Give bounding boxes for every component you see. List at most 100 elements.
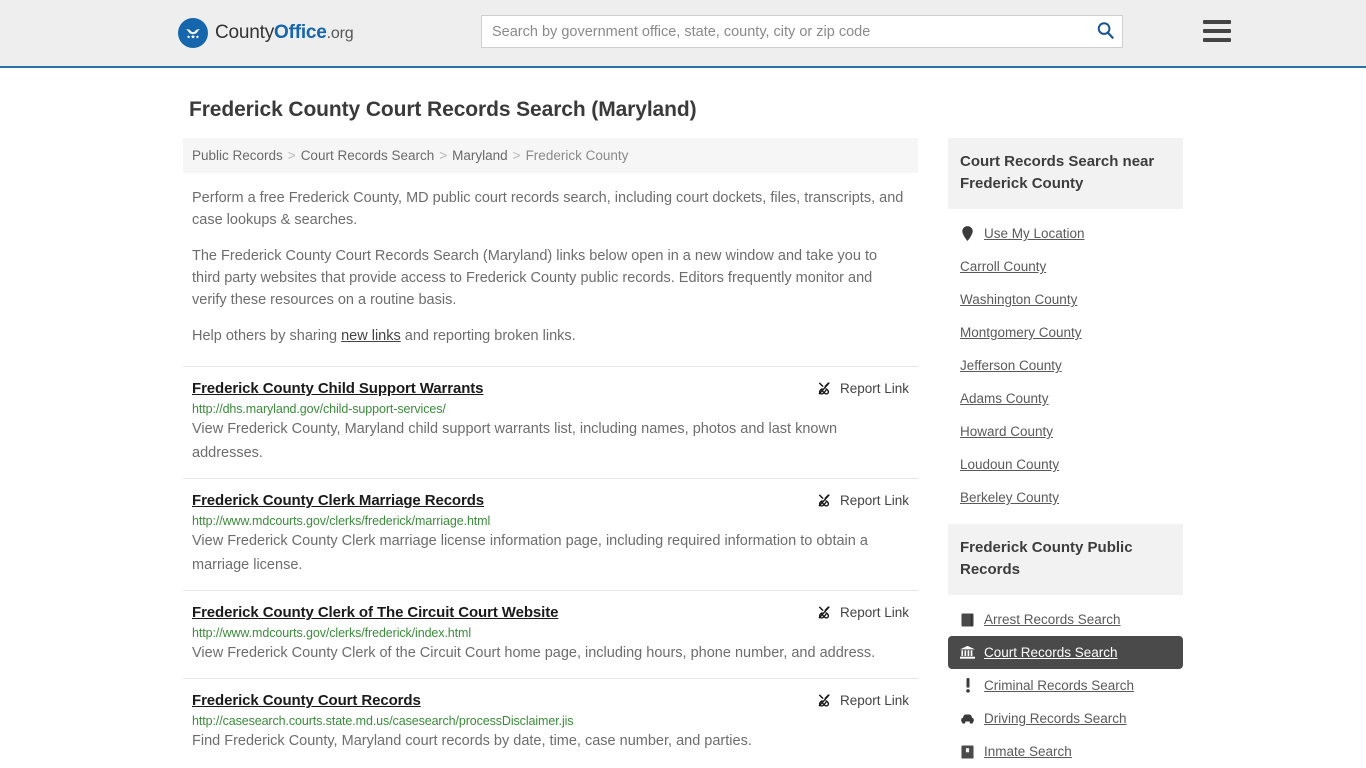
result-item: Frederick County Clerk Marriage Records h… [183, 478, 918, 590]
result-item: Frederick County Court Records http://cas… [183, 678, 918, 766]
result-title-link[interactable]: Frederick County Court Records [192, 692, 421, 709]
nearby-item-label: Jefferson County [960, 358, 1062, 373]
report-link-button[interactable]: Report Link [816, 380, 909, 396]
page-container: Frederick County Court Records Search (M… [183, 68, 1183, 768]
hamburger-menu-button[interactable] [1203, 16, 1233, 46]
report-link-label: Report Link [839, 692, 909, 708]
records-panel-heading: Frederick County Public Records [948, 524, 1183, 595]
result-description: View Frederick County Clerk marriage lic… [192, 533, 868, 573]
hamburger-menu-icon-bar [1203, 29, 1231, 33]
records-item-driving-records-search[interactable]: Driving Records Search [948, 702, 1183, 735]
result-description: Find Frederick County, Maryland court re… [192, 733, 752, 749]
share-text-after: and reporting broken links. [400, 328, 576, 344]
records-item-label: Court Records Search [984, 645, 1118, 660]
map-pin-icon [960, 226, 975, 241]
nearby-item-label: Montgomery County [960, 325, 1082, 340]
nearby-panel-heading: Court Records Search near Frederick Coun… [948, 138, 1183, 209]
report-link-label: Report Link [839, 380, 909, 396]
nearby-item-label: Washington County [960, 292, 1078, 307]
breadcrumb: Public Records > Court Records Search > Mary… [183, 138, 918, 173]
site-logo-link[interactable]: CountyOffice.org [178, 18, 354, 48]
nearby-item-label: Berkeley County [960, 490, 1060, 505]
result-description: View Frederick County Clerk of the Circu… [192, 645, 876, 661]
report-link-button[interactable]: Report Link [816, 492, 909, 508]
nearby-item-adams-county[interactable]: Adams County [948, 382, 1183, 415]
search-input[interactable] [482, 16, 1088, 47]
breadcrumb-item-frederick-county: Frederick County [525, 148, 629, 163]
brand-wordmark: CountyOffice.org [215, 22, 354, 44]
report-link-label: Report Link [839, 492, 909, 508]
result-title-link[interactable]: Frederick County Clerk of The Circuit Co… [192, 604, 558, 621]
result-title-link[interactable]: Frederick County Clerk Marriage Records [192, 492, 484, 509]
result-url: http://www.mdcourts.gov/clerks/frederick… [192, 514, 491, 528]
nearby-item-jefferson-county[interactable]: Jefferson County [948, 349, 1183, 382]
intro-paragraph-1: Perform a free Frederick County, MD publ… [192, 190, 904, 228]
new-links-link[interactable]: new links [341, 328, 401, 344]
result-description: View Frederick County, Maryland child su… [192, 421, 838, 461]
car-icon [960, 711, 975, 726]
report-link-button[interactable]: Report Link [816, 604, 909, 620]
report-link-label: Report Link [839, 604, 909, 620]
records-item-label: Driving Records Search [984, 711, 1127, 726]
broken-link-icon [816, 692, 832, 708]
nearby-item-loudoun-county[interactable]: Loudoun County [948, 448, 1183, 481]
records-item-label: Arrest Records Search [984, 612, 1121, 627]
result-url: http://www.mdcourts.gov/clerks/frederick… [192, 626, 472, 640]
nearby-search-panel: Court Records Search near Frederick Coun… [948, 138, 1183, 514]
breadcrumb-item-court-records-search[interactable]: Court Records Search [301, 148, 435, 163]
nearby-item-use-my-location[interactable]: Use My Location [948, 217, 1183, 250]
report-link-button[interactable]: Report Link [816, 692, 909, 708]
broken-link-icon [816, 604, 832, 620]
nearby-county-list: Use My Location Carroll County Washington … [948, 209, 1183, 514]
intro-paragraph-3: Help others by sharing new links and rep… [192, 325, 908, 347]
results-list: Frederick County Child Support Warrants h… [183, 366, 918, 766]
nearby-item-carroll-county[interactable]: Carroll County [948, 250, 1183, 283]
page-title: Frederick County Court Records Search (M… [189, 98, 697, 121]
nearby-item-label: Loudoun County [960, 457, 1060, 472]
broken-link-icon [816, 492, 832, 508]
breadcrumb-separator: > [512, 148, 521, 163]
records-item-court-records-search[interactable]: Court Records Search [948, 636, 1183, 669]
search-icon [1096, 21, 1115, 43]
public-records-list: Arrest Records Search Court Records Searc… [948, 595, 1183, 768]
brand-part-office: Office [274, 22, 327, 43]
brand-part-county: County [215, 22, 275, 43]
breadcrumb-separator: > [287, 148, 296, 163]
result-item: Frederick County Child Support Warrants h… [183, 366, 918, 478]
share-text-before: Help others by sharing [192, 328, 342, 344]
exclamation-icon [960, 678, 975, 693]
nearby-item-label: Use My Location [984, 226, 1085, 241]
public-records-panel: Frederick County Public Records Arrest R… [948, 524, 1183, 768]
eagle-stars-logo-icon [178, 18, 208, 48]
search-button[interactable] [1088, 16, 1122, 47]
breadcrumb-separator: > [439, 148, 448, 163]
brand-part-org: .org [326, 25, 354, 42]
nearby-item-howard-county[interactable]: Howard County [948, 415, 1183, 448]
nearby-item-berkeley-county[interactable]: Berkeley County [948, 481, 1183, 514]
nearby-item-montgomery-county[interactable]: Montgomery County [948, 316, 1183, 349]
nearby-item-label: Adams County [960, 391, 1049, 406]
site-header: CountyOffice.org [0, 0, 1366, 68]
courthouse-icon [960, 645, 975, 660]
search-bar[interactable] [481, 15, 1123, 48]
nearby-item-label: Carroll County [960, 259, 1047, 274]
broken-link-icon [816, 380, 832, 396]
hamburger-menu-icon-bar [1203, 38, 1231, 42]
intro-paragraph-2: The Frederick County Court Records Searc… [192, 248, 878, 308]
nearby-item-washington-county[interactable]: Washington County [948, 283, 1183, 316]
sidebar: Court Records Search near Frederick Coun… [948, 138, 1183, 768]
records-item-inmate-search[interactable]: Inmate Search [948, 735, 1183, 768]
result-title-link[interactable]: Frederick County Child Support Warrants [192, 380, 484, 397]
nearby-item-label: Howard County [960, 424, 1054, 439]
hamburger-menu-icon-bar [1203, 20, 1231, 24]
records-item-label: Criminal Records Search [984, 678, 1135, 693]
main-content: Public Records > Court Records Search > Mary… [183, 138, 918, 766]
records-item-criminal-records-search[interactable]: Criminal Records Search [948, 669, 1183, 702]
result-url: http://dhs.maryland.gov/child-support-se… [192, 402, 446, 416]
book-icon [960, 612, 975, 627]
result-item: Frederick County Clerk of The Circuit Co… [183, 590, 918, 678]
breadcrumb-item-public-records[interactable]: Public Records [192, 148, 283, 163]
records-item-arrest-records-search[interactable]: Arrest Records Search [948, 603, 1183, 636]
result-url: http://casesearch.courts.state.md.us/cas… [192, 714, 574, 728]
breadcrumb-item-maryland[interactable]: Maryland [452, 148, 508, 163]
